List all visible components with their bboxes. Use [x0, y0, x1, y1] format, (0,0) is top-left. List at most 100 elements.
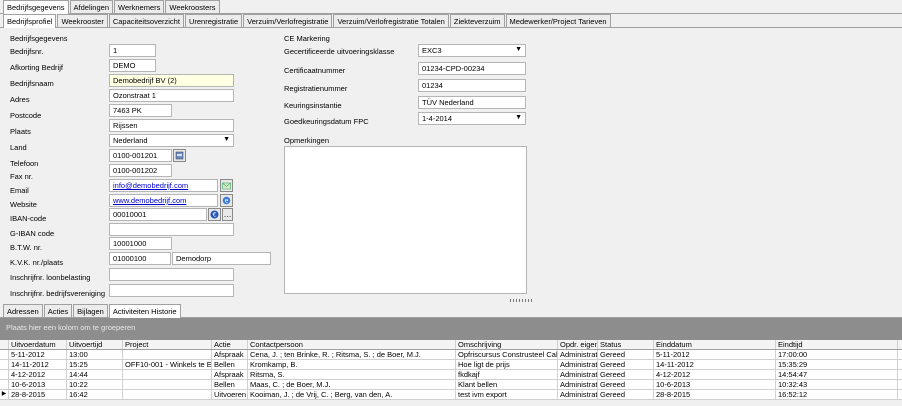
table-cell[interactable]: 10-6-2013 [9, 380, 67, 389]
opmerkingen-textarea[interactable] [284, 146, 527, 294]
bedrijfsnr-field[interactable]: 1 [109, 44, 156, 57]
euro-icon[interactable]: € [208, 208, 221, 221]
tab-afdelingen[interactable]: Afdelingen [69, 0, 113, 13]
table-cell[interactable]: OFF10-001 - Winkels te Etten [123, 360, 212, 369]
table-row[interactable]: 5-11-2012 13:00 Afspraak Cena, J. ; ten Bri… [0, 350, 902, 360]
tab-bijlagen[interactable]: Bijlagen [73, 304, 108, 317]
table-cell[interactable]: 15:35:29 [776, 360, 898, 369]
phone-icon[interactable] [173, 149, 186, 162]
table-cell[interactable]: Opfriscursus Construsteel Calculatie [456, 350, 558, 359]
email-field[interactable]: info@demobedrijf.com [109, 179, 218, 192]
table-cell[interactable]: 10:32:43 [776, 380, 898, 389]
giban-field[interactable] [109, 223, 234, 236]
tab-weekroosters[interactable]: Weekroosters [165, 0, 220, 13]
plaats-field[interactable]: Rijssen [109, 119, 234, 132]
column-header[interactable]: Uitvoertijd [67, 340, 123, 349]
table-row[interactable]: 14-11-201215:25OFF10-001 - Winkels te Et… [0, 360, 902, 370]
table-cell[interactable]: Ritsma, S. [248, 370, 456, 379]
table-cell[interactable]: Afspraak [212, 350, 248, 359]
goedkeuringsdatum-select[interactable]: 1-4-2014 ▼ [418, 112, 526, 125]
table-cell[interactable]: 17:00:00 [776, 350, 898, 359]
table-cell[interactable] [123, 380, 212, 389]
ellipsis-button[interactable]: … [222, 208, 233, 221]
land-select[interactable]: Nederland ▼ [109, 134, 234, 147]
afkorting-field[interactable]: DEMO [109, 59, 156, 72]
chevron-down-icon[interactable]: ▼ [515, 113, 522, 123]
table-cell[interactable]: 10-6-2013 [654, 380, 776, 389]
column-header[interactable]: Uitvoerdatum [9, 340, 67, 349]
loonbelasting-field[interactable] [109, 268, 234, 281]
table-cell[interactable]: 16:52:12 [776, 390, 898, 399]
postcode-field[interactable]: 7463 PK [109, 104, 172, 117]
tab-verzuim-verlofregistratie[interactable]: Verzuim/Verlofregistratie [243, 14, 333, 27]
tab-verzuim-verlofregistratie-totalen[interactable]: Verzuim/Verlofregistratie Totalen [333, 14, 449, 27]
btw-field[interactable]: 10001000 [109, 237, 172, 250]
column-header[interactable]: Contactpersoon [248, 340, 456, 349]
table-cell[interactable]: 16:42 [67, 390, 123, 399]
table-cell[interactable]: Uitvoeren [212, 390, 248, 399]
table-cell[interactable]: Administrator [558, 350, 598, 359]
iban-field[interactable]: 00010001 [109, 208, 207, 221]
tab-weekrooster[interactable]: Weekrooster [57, 14, 108, 27]
kvk-plaats-field[interactable]: Demodorp [172, 252, 271, 265]
table-cell[interactable]: 5-11-2012 [9, 350, 67, 359]
table-cell[interactable]: Bellen [212, 380, 248, 389]
table-cell[interactable]: 14-11-2012 [9, 360, 67, 369]
certificaatnummer-field[interactable]: 01234-CPD-00234 [418, 62, 526, 75]
column-header[interactable]: Project [123, 340, 212, 349]
tab-adressen[interactable]: Adressen [3, 304, 43, 317]
tab-activiteiten-historie[interactable]: Activiteiten Historie [108, 304, 181, 318]
adres-field[interactable]: Ozonstraat 1 [109, 89, 234, 102]
table-cell[interactable]: 10:22 [67, 380, 123, 389]
table-cell[interactable]: 28-8-2015 [9, 390, 67, 399]
table-cell[interactable]: Hoe ligt de prijs [456, 360, 558, 369]
table-row[interactable]: 4-12-2012 14:44 Afspraak Ritsma, S. fkdkajf A… [0, 370, 902, 380]
uitvoeringsklasse-select[interactable]: EXC3 ▼ [418, 44, 526, 57]
tab-medewerker-project-tarieven[interactable]: Medewerker/Project Tarieven [505, 14, 611, 27]
tab-bedrijfsgegevens[interactable]: Bedrijfsgegevens [3, 0, 69, 14]
browser-icon[interactable]: e [220, 194, 233, 207]
tab-werknemers[interactable]: Werknemers [114, 0, 165, 13]
table-cell[interactable]: 13:00 [67, 350, 123, 359]
table-cell[interactable]: Klant bellen [456, 380, 558, 389]
column-header[interactable]: Einddatum [654, 340, 776, 349]
table-cell[interactable]: Kooiman, J. ; de Vrij, C. ; Berg, van de… [248, 390, 456, 399]
table-cell[interactable]: Administrator [558, 370, 598, 379]
table-cell[interactable]: 5-11-2012 [654, 350, 776, 359]
table-cell[interactable] [123, 390, 212, 399]
website-field[interactable]: www.demobedrijf.com [109, 194, 218, 207]
table-cell[interactable]: Gereed [598, 350, 654, 359]
group-by-panel[interactable]: Plaats hier een kolom om te groeperen [0, 318, 902, 340]
tab-urenregistratie[interactable]: Urenregistratie [184, 14, 243, 27]
table-cell[interactable]: Afspraak [212, 370, 248, 379]
table-cell[interactable]: Administrator [558, 360, 598, 369]
table-cell[interactable]: test ivm export [456, 390, 558, 399]
kvk-field[interactable]: 01000100 [109, 252, 171, 265]
column-header[interactable]: Actie [212, 340, 248, 349]
table-cell[interactable]: Gereed [598, 360, 654, 369]
table-cell[interactable]: 28-8-2015 [654, 390, 776, 399]
table-cell[interactable] [123, 350, 212, 359]
tab-ziekteverzuim[interactable]: Ziekteverzuim [449, 14, 505, 27]
table-cell[interactable]: Administrator [558, 390, 598, 399]
table-cell[interactable]: 14-11-2012 [654, 360, 776, 369]
chevron-down-icon[interactable]: ▼ [515, 45, 522, 55]
table-cell[interactable]: Kromkamp, B. [248, 360, 456, 369]
table-cell[interactable]: 4-12-2012 [654, 370, 776, 379]
tab-acties[interactable]: Acties [43, 304, 73, 317]
telefoon-field[interactable]: 0100-001201 [109, 149, 172, 162]
column-header[interactable]: Eindtijd [776, 340, 898, 349]
mail-icon[interactable] [220, 179, 233, 192]
column-header[interactable]: Opdr. eigenaar [558, 340, 598, 349]
bedrijfsnaam-field[interactable]: Demobedrijf BV (2) [109, 74, 234, 87]
table-cell[interactable]: Maas, C. ; de Boer, M.J. [248, 380, 456, 389]
registratienummer-field[interactable]: 01234 [418, 79, 526, 92]
chevron-down-icon[interactable]: ▼ [223, 135, 230, 145]
keuringsinstantie-field[interactable]: TÜV Nederland [418, 96, 526, 109]
table-cell[interactable]: Gereed [598, 380, 654, 389]
table-cell[interactable]: Cena, J. ; ten Brinke, R. ; Ritsma, S. ;… [248, 350, 456, 359]
table-cell[interactable]: Gereed [598, 370, 654, 379]
table-cell[interactable]: Administrator [558, 380, 598, 389]
tab-capaciteitsoverzicht[interactable]: Capaciteitsoverzicht [108, 14, 184, 27]
column-header[interactable]: Status [598, 340, 654, 349]
